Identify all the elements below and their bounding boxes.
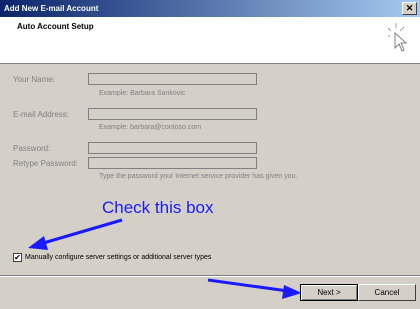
checkmark-icon: ✔	[14, 253, 21, 262]
check-this-box-annotation: Check this box	[102, 198, 214, 217]
password-hint: Type the password your Internet service …	[99, 173, 298, 180]
your-name-hint: Example: Barbara Sankovic	[99, 90, 186, 97]
window-titlebar: Add New E-mail Account ✕	[0, 0, 420, 17]
your-name-label: Your Name:	[13, 75, 55, 84]
page-title: Auto Account Setup	[17, 22, 94, 31]
retype-password-label: Retype Password:	[13, 159, 78, 168]
email-address-label: E-mail Address:	[13, 110, 70, 119]
wizard-header: Auto Account Setup	[0, 17, 420, 64]
password-label: Password:	[13, 144, 51, 153]
arrow-to-next-button	[207, 278, 302, 299]
cursor-click-icon	[388, 23, 408, 52]
email-address-hint: Example: barbara@contoso.com	[99, 124, 202, 131]
next-button[interactable]: Next >	[300, 284, 358, 301]
footer-divider	[0, 275, 420, 277]
email-address-field[interactable]	[88, 108, 257, 120]
cancel-button[interactable]: Cancel	[358, 284, 416, 301]
retype-password-field[interactable]	[88, 157, 257, 169]
window-title: Add New E-mail Account	[4, 4, 99, 13]
close-icon: ✕	[405, 3, 414, 13]
arrow-to-checkbox	[28, 218, 123, 250]
password-field[interactable]	[88, 142, 257, 154]
close-button[interactable]: ✕	[402, 2, 417, 15]
manual-config-label[interactable]: Manually configure server settings or ad…	[25, 253, 211, 262]
manual-config-checkbox[interactable]: ✔	[13, 253, 22, 262]
your-name-field[interactable]	[88, 73, 257, 85]
